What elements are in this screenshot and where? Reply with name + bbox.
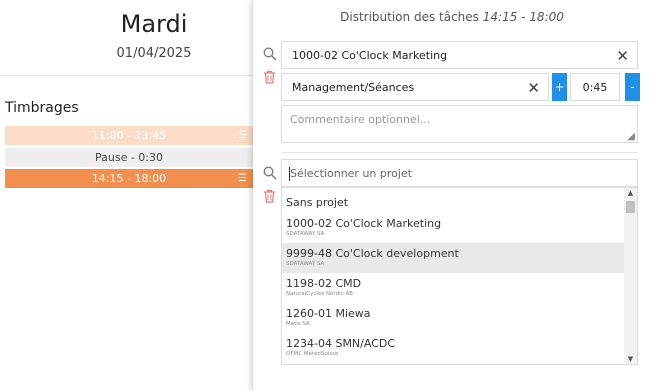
day-panel: Mardi 01/04/2025 Timbrages 11:00 - 13:45… — [0, 0, 253, 391]
comment-textarea[interactable]: Commentaire optionnel... ◢ — [281, 105, 638, 143]
time-slot-label: 14:15 - 18:00 — [91, 172, 167, 185]
dropdown-option[interactable]: 1000-02 Co'Clock Marketing SDATAWAY SA — [282, 215, 625, 243]
duration-input[interactable]: 0:45 — [570, 73, 620, 101]
search-icon — [263, 166, 277, 184]
trash-icon[interactable] — [263, 189, 276, 207]
option-name: 1260-01 Miewa — [286, 307, 371, 320]
task-field[interactable]: Management/Séances ✕ — [281, 73, 549, 101]
task-value: Management/Séances — [292, 81, 415, 94]
comment-placeholder: Commentaire optionnel... — [290, 113, 431, 126]
time-slot-label: 11:00 - 13:45 — [91, 129, 167, 142]
trash-icon[interactable] — [263, 70, 276, 88]
dropdown-option[interactable]: 1260-01 Miewa Matis SA — [282, 304, 625, 332]
scroll-down-arrow-icon[interactable]: ▼ — [624, 355, 637, 363]
dropdown-option[interactable]: Sans projet — [282, 192, 625, 214]
option-name: 9999-48 Co'Clock development — [286, 247, 459, 260]
option-client: Matis SA — [286, 321, 310, 327]
pause-slot[interactable]: Pause - 0:30 — [5, 148, 253, 167]
task-distribution-panel: Distribution des tâches 14:15 - 18:00 10… — [253, 0, 651, 391]
section-title: Timbrages — [5, 100, 79, 116]
option-name: 1234-04 SMN/ACDC — [286, 337, 396, 350]
decrease-duration-button[interactable]: - — [625, 73, 640, 101]
project-value: 1000-02 Co'Clock Marketing — [292, 49, 448, 62]
panel-title-text: Distribution des tâches — [340, 10, 479, 24]
clear-task-icon[interactable]: ✕ — [527, 74, 540, 102]
project-select-placeholder: Sélectionner un projet — [290, 167, 413, 180]
clear-project-icon[interactable]: ✕ — [616, 42, 629, 70]
pause-slot-label: Pause - 0:30 — [94, 151, 163, 164]
list-icon[interactable]: ☰ — [238, 126, 247, 145]
increase-duration-button[interactable]: + — [552, 73, 567, 101]
panel-title-range: 14:15 - 18:00 — [482, 10, 564, 24]
list-icon[interactable]: ☰ — [238, 169, 247, 188]
dropdown-option[interactable]: 1198-02 CMD NaturalCycles Nordic AB — [282, 274, 625, 302]
option-client: SDATAWAY SA — [286, 261, 325, 267]
option-name: 1000-02 Co'Clock Marketing — [286, 217, 442, 230]
dropdown-scrollbar[interactable]: ▲ ▼ — [624, 188, 637, 364]
search-icon — [263, 47, 277, 65]
option-client: SDATAWAY SA — [286, 231, 325, 237]
project-dropdown: Sans projet 1000-02 Co'Clock Marketing S… — [281, 187, 638, 365]
scrollbar-thumb[interactable] — [626, 201, 635, 213]
divider — [0, 75, 253, 76]
option-name: 1198-02 CMD — [286, 277, 362, 290]
resize-grip-icon[interactable]: ◢ — [627, 131, 635, 142]
divider — [281, 152, 638, 153]
time-slot-active[interactable]: 14:15 - 18:00 ☰ — [5, 169, 253, 188]
dropdown-option-highlighted[interactable]: 9999-48 Co'Clock development SDATAWAY SA — [282, 243, 625, 273]
project-field[interactable]: 1000-02 Co'Clock Marketing ✕ — [281, 41, 638, 69]
option-name: Sans projet — [286, 196, 349, 209]
option-client: NaturalCycles Nordic AB — [286, 291, 353, 297]
scroll-up-arrow-icon[interactable]: ▲ — [624, 189, 637, 197]
project-select-input[interactable]: Sélectionner un projet — [281, 159, 638, 187]
time-slot[interactable]: 11:00 - 13:45 ☰ — [5, 126, 253, 145]
panel-title: Distribution des tâches 14:15 - 18:00 — [253, 10, 651, 24]
option-client: OFMC MétéoSuisse — [286, 351, 339, 357]
dropdown-option[interactable]: 1234-04 SMN/ACDC OFMC MétéoSuisse — [282, 334, 625, 362]
